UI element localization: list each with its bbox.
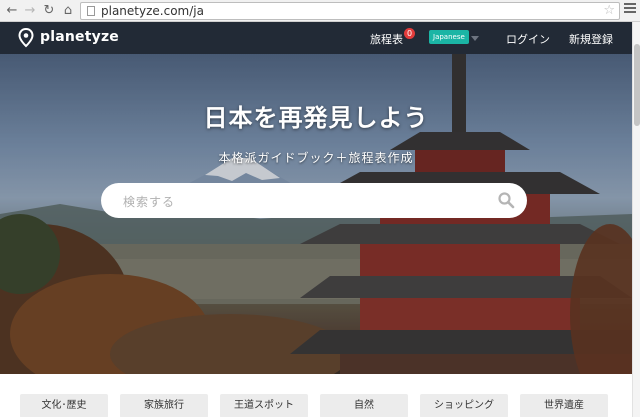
scrollbar-thumb[interactable] bbox=[634, 44, 640, 126]
home-icon[interactable]: ⌂ bbox=[60, 3, 76, 19]
login-link[interactable]: ログイン bbox=[506, 31, 550, 47]
category-bar: 文化･歴史 家族旅行 王道スポット 自然 ショッピング 世界遺産 bbox=[0, 374, 632, 417]
category-classic-spots[interactable]: 王道スポット bbox=[220, 394, 308, 417]
menu-icon[interactable] bbox=[624, 3, 636, 19]
category-world-heritage[interactable]: 世界遺産 bbox=[520, 394, 608, 417]
browser-toolbar: ← → ↻ ⌂ planetyze.com/ja ☆ bbox=[0, 0, 640, 22]
url-text[interactable]: planetyze.com/ja bbox=[101, 4, 204, 19]
back-arrow-icon[interactable]: ← bbox=[4, 3, 20, 19]
forward-arrow-icon[interactable]: → bbox=[22, 3, 38, 19]
category-nature[interactable]: 自然 bbox=[320, 394, 408, 417]
page-scrollbar[interactable] bbox=[632, 22, 640, 417]
page-icon bbox=[87, 6, 95, 16]
location-pin-icon[interactable] bbox=[18, 28, 34, 48]
search-input[interactable]: 検索する bbox=[101, 183, 527, 218]
itinerary-count-badge: 0 bbox=[404, 28, 415, 39]
itinerary-link[interactable]: 旅程表 bbox=[370, 31, 403, 47]
search-placeholder: 検索する bbox=[123, 195, 176, 209]
signup-link[interactable]: 新規登録 bbox=[569, 31, 613, 47]
hero-section: 日本を再発見しよう 本格派ガイドブック＋旅程表作成 検索する bbox=[0, 54, 632, 374]
search-icon[interactable] bbox=[497, 191, 515, 209]
category-culture-history[interactable]: 文化･歴史 bbox=[20, 394, 108, 417]
hero-subtitle: 本格派ガイドブック＋旅程表作成 bbox=[218, 151, 414, 165]
hero-title: 日本を再発見しよう bbox=[203, 104, 429, 132]
category-shopping[interactable]: ショッピング bbox=[420, 394, 508, 417]
site-header: planetyze 旅程表 0 Japanese ログイン 新規登録 bbox=[0, 22, 632, 54]
address-bar[interactable]: planetyze.com/ja ☆ bbox=[80, 2, 620, 20]
language-selector[interactable]: Japanese bbox=[429, 30, 469, 44]
category-family-travel[interactable]: 家族旅行 bbox=[120, 394, 208, 417]
star-icon[interactable]: ☆ bbox=[603, 3, 615, 19]
reload-icon[interactable]: ↻ bbox=[41, 3, 57, 19]
chevron-down-icon[interactable] bbox=[471, 36, 479, 41]
logo-text[interactable]: planetyze bbox=[40, 29, 119, 45]
